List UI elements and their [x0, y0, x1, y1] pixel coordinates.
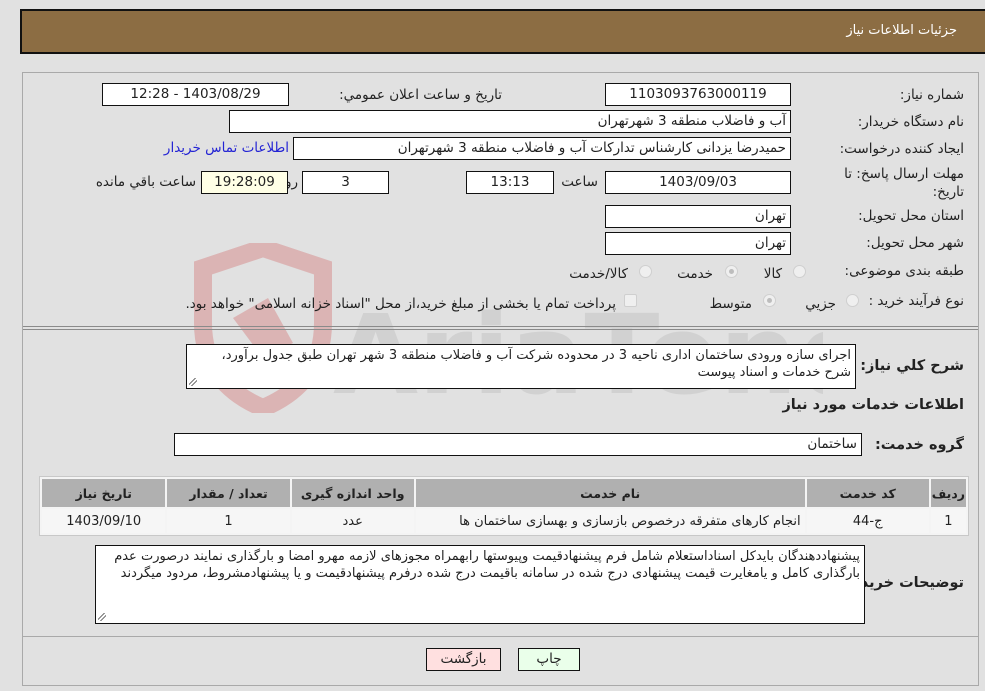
cell-service-name: انجام کارهای متفرقه درخصوص بازسازی و بهس…: [415, 509, 805, 533]
services-table: رديف کد خدمت نام خدمت واحد اندازه گيری ت…: [39, 476, 969, 536]
cell-row-number: 1: [930, 509, 966, 533]
city-field: تهران: [605, 232, 791, 255]
service-group-label: گروه خدمت:: [874, 437, 964, 453]
col-unit: واحد اندازه گيری: [291, 479, 414, 507]
deadline-date-field: 1403/09/03: [605, 171, 791, 194]
time-remaining-field: 19:28:09: [201, 171, 288, 194]
purchase-process-label: نوع فرآیند خرید :: [868, 293, 964, 309]
treasury-checkbox[interactable]: [624, 294, 637, 307]
resize-grip-icon[interactable]: [189, 378, 197, 386]
resize-grip-icon[interactable]: [98, 613, 106, 621]
purchase-radio-medium[interactable]: [763, 294, 776, 307]
purchase-option-medium: متوسط: [709, 296, 752, 312]
category-option-goods: کالا: [763, 266, 782, 282]
treasury-checkbox-label: پرداخت تمام یا بخشی از مبلغ خرید،از محل …: [185, 296, 616, 312]
need-number-label: شماره نیاز:: [899, 87, 964, 103]
category-option-goods-service: کالا/خدمت: [569, 266, 628, 282]
col-service-code: کد خدمت: [806, 479, 929, 507]
table-header-row: رديف کد خدمت نام خدمت واحد اندازه گيری ت…: [42, 479, 966, 507]
city-label: شهر محل تحویل:: [866, 235, 964, 251]
col-row-number: رديف: [930, 479, 966, 507]
need-number-field: 1103093763000119: [605, 83, 791, 106]
deadline-time-label: ساعت: [561, 174, 598, 190]
col-service-name: نام خدمت: [415, 479, 805, 507]
cell-service-code: ج-44: [806, 509, 929, 533]
purchase-radio-minor[interactable]: [846, 294, 859, 307]
buyer-org-label: نام دستگاه خريدار:: [857, 114, 964, 130]
cell-unit: عدد: [291, 509, 414, 533]
print-button[interactable]: چاپ: [518, 648, 580, 671]
deadline-time-field: 13:13: [466, 171, 554, 194]
announce-datetime-field: 1403/08/29 - 12:28: [102, 83, 289, 106]
description-label: شرح کلي نياز:: [860, 358, 964, 374]
category-radio-goods[interactable]: [793, 265, 806, 278]
col-quantity: تعداد / مقدار: [167, 479, 290, 507]
purchase-option-minor: جزيي: [805, 296, 836, 312]
page-header: جزئیات اطلاعات نیاز: [20, 9, 985, 54]
description-text: اجرای سازه ورودی ساختمان اداری ناحیه 3 د…: [221, 348, 851, 380]
buyer-notes-text: پیشنهاددهندگان بایدکل اسناداستعلام شامل …: [114, 549, 860, 581]
time-remaining-label: ساعت باقي مانده: [95, 174, 196, 190]
category-radio-service[interactable]: [725, 265, 738, 278]
need-details-panel: AriaTender.net شماره نیاز: 1103093763000…: [22, 72, 979, 686]
page-title: جزئیات اطلاعات نیاز: [846, 23, 957, 38]
days-remaining-field: 3: [302, 171, 389, 194]
col-need-date: تاریخ نیاز: [42, 479, 166, 507]
table-row: 1 ج-44 انجام کارهای متفرقه درخصوص بازساز…: [42, 509, 966, 533]
services-section-title: اطلاعات خدمات مورد نياز: [782, 397, 964, 413]
divider: [23, 326, 978, 327]
divider: [23, 636, 978, 637]
divider: [23, 329, 978, 330]
buyer-org-field: آب و فاضلاب منطقه 3 شهرتهران: [229, 110, 791, 133]
buyer-contact-link[interactable]: اطلاعات تماس خريدار: [164, 140, 289, 156]
province-label: استان محل تحویل:: [858, 208, 964, 224]
deadline-label: مهلت ارسال پاسخ: تا تاریخ:: [844, 166, 964, 200]
cell-quantity: 1: [167, 509, 290, 533]
cell-need-date: 1403/09/10: [42, 509, 166, 533]
category-label: طبقه بندی موضوعی:: [844, 263, 964, 279]
service-group-field: ساختمان: [174, 433, 862, 456]
buyer-notes-textarea[interactable]: پیشنهاددهندگان بایدکل اسناداستعلام شامل …: [95, 545, 865, 624]
requester-field: حمیدرضا یزدانی کارشناس تدارکات آب و فاضل…: [293, 137, 791, 160]
province-field: تهران: [605, 205, 791, 228]
back-button[interactable]: بازگشت: [426, 648, 501, 671]
category-radio-goods-service[interactable]: [639, 265, 652, 278]
description-textarea[interactable]: اجرای سازه ورودی ساختمان اداری ناحیه 3 د…: [186, 344, 856, 389]
requester-label: ایجاد کننده درخواست:: [839, 141, 964, 157]
announce-datetime-label: تاریخ و ساعت اعلان عمومي:: [339, 87, 502, 103]
category-option-service: خدمت: [677, 266, 713, 282]
